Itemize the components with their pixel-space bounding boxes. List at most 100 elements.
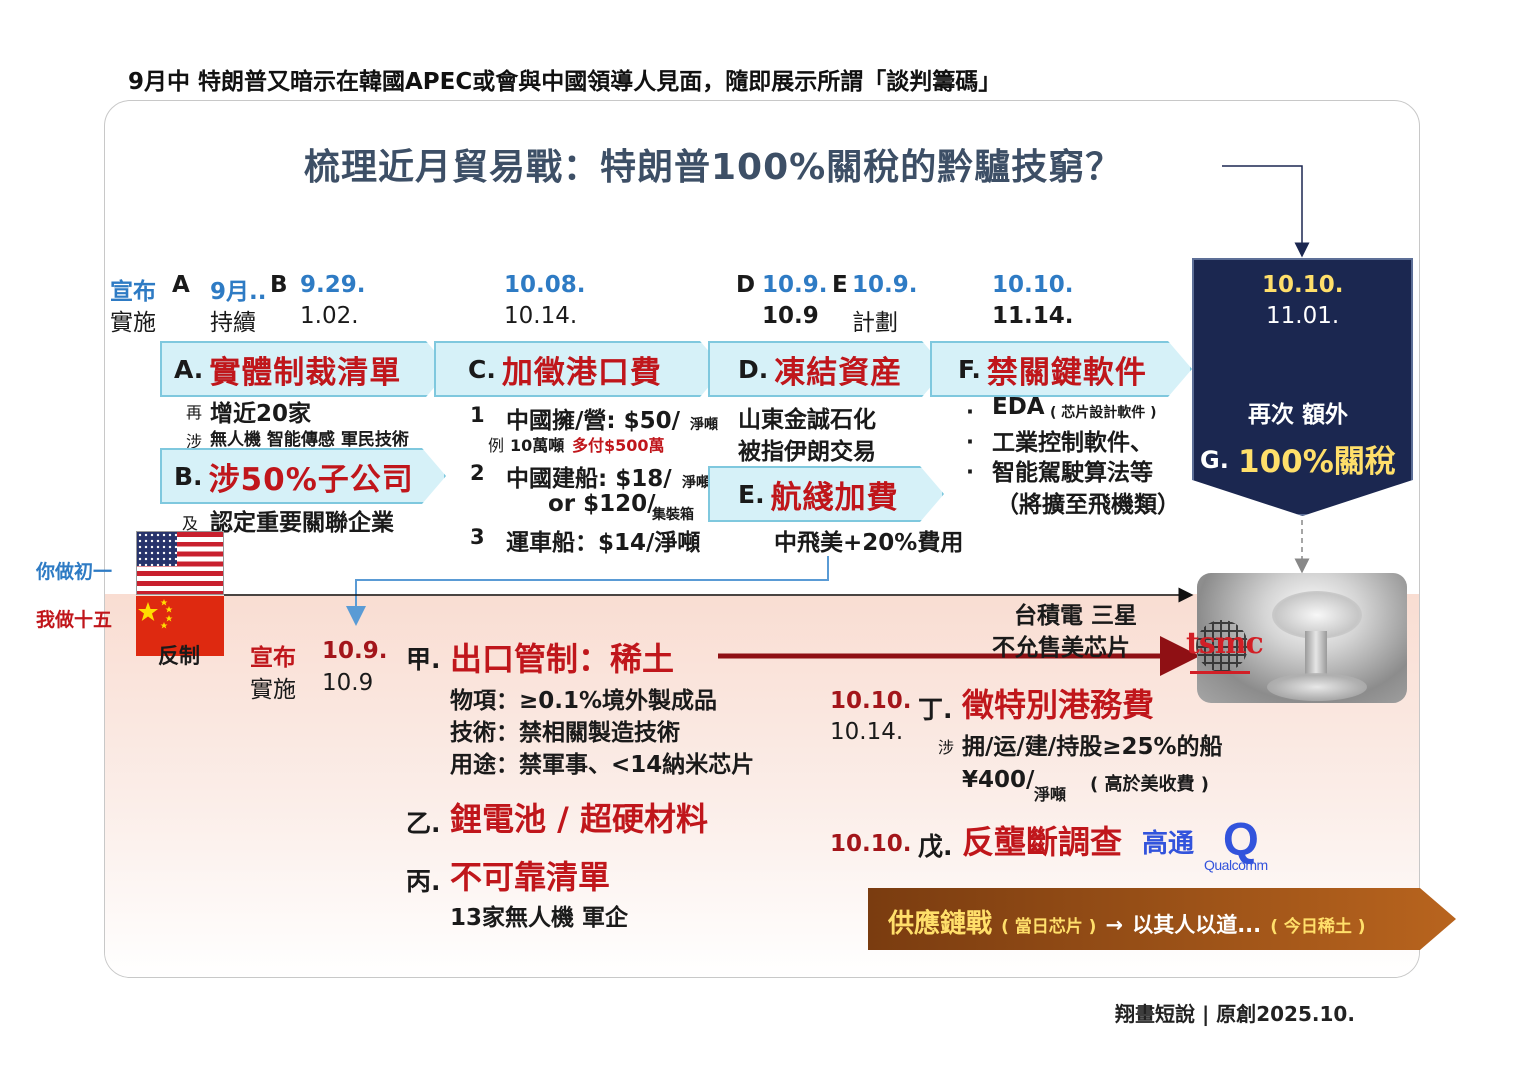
measure-f-bullet3: ·: [966, 460, 974, 484]
counter-jia-line1: 物項：≥0.1%境外製成品: [450, 688, 718, 714]
e-to-counter-arrow: [346, 556, 829, 626]
timeline-b-announce: 9.29.: [300, 272, 366, 298]
measure-a-chevron: A. 實體制裁清單: [160, 341, 450, 397]
measure-f-letter: F.: [958, 354, 981, 384]
counter-wu-date: 10.10.: [830, 831, 912, 857]
measure-b-line1: 認定重要關聯企業: [210, 510, 394, 536]
counter-ding-date-implement: 10.14.: [830, 719, 904, 745]
timeline-f-implement: 11.14.: [992, 303, 1074, 329]
measure-c-item2-unit: 淨噸: [682, 475, 710, 491]
measure-e-line1: 中飛美+20%費用: [774, 530, 964, 556]
measure-c-example-red: 多付$500萬: [572, 436, 665, 455]
counter-ding-line2-note: ( 高於美收費 ): [1090, 774, 1209, 795]
counter-date-implement: 10.9: [322, 670, 374, 696]
measure-f-chevron: F. 禁關鍵軟件: [930, 341, 1192, 397]
timeline-e-letter: E: [832, 272, 848, 298]
timeline-c-announce: 10.08.: [504, 272, 586, 298]
qualcomm-logo-word: Qualcomm: [1204, 857, 1268, 873]
counter-bing-title: 不可靠清單: [450, 858, 611, 896]
tsmc-logo: tsmc: [1186, 626, 1264, 661]
counter-date-announce: 10.9.: [322, 638, 388, 664]
measure-f-item1: EDA: [992, 394, 1045, 420]
announce-label: 宣布: [110, 279, 156, 305]
supply-arrow: →: [1105, 913, 1124, 937]
measure-d-line1: 山東金誠石化: [738, 407, 876, 433]
counter-ding-line1: 拥/运/建/持股≥25%的船: [962, 734, 1223, 760]
timeline-e-announce: 10.9.: [852, 272, 918, 298]
measure-d-chevron: D. 凍結資産: [708, 341, 946, 397]
counter-jia-line2: 技術：禁相關製造技術: [450, 720, 680, 746]
measure-g-letter: G.: [1200, 446, 1229, 474]
timeline-b-implement: 1.02.: [300, 303, 359, 329]
measure-c-item2-num: 2: [470, 461, 485, 485]
measure-g-line1: 再次 額外: [1248, 402, 1349, 428]
measure-f-item2: 工業控制軟件、: [992, 430, 1153, 456]
measure-f-bullet1: ·: [966, 400, 974, 424]
measure-f-item3: 智能駕駛算法等: [992, 460, 1153, 486]
tsmc-logo-underline: [1190, 671, 1250, 674]
tsmc-note-line1: 台積電 三星: [1014, 603, 1138, 629]
measure-c-example-prefix: 例: [488, 436, 505, 455]
counter-wu-title: 反壟斷調查: [962, 823, 1123, 861]
counter-yi-num: 乙.: [406, 809, 441, 838]
counter-ding-title: 徵特別港務費: [962, 686, 1155, 724]
counter-ding-line2: ¥400/: [962, 767, 1035, 793]
measure-b-title: 涉50%子公司: [208, 461, 414, 498]
measure-a-line2: 無人機 智能傳感 軍民技術: [210, 430, 409, 450]
timeline-g-announce: 10.10.: [1262, 272, 1344, 298]
supply-chain-banner-text: 供應鏈戰 ( 當日芯片 ) → 以其人以道... ( 今日稀土 ): [888, 903, 1366, 940]
measure-f-item1-note: ( 芯片設計軟件 ): [1050, 405, 1157, 421]
us-flag-icon: [136, 531, 224, 595]
timeline-d-implement: 10.9: [762, 303, 819, 329]
counter-ding-date-announce: 10.10.: [830, 688, 912, 714]
counter-ding-num: 丁.: [918, 695, 953, 724]
measure-b-letter: B.: [174, 461, 203, 491]
supply-part1: 供應鏈戰: [888, 909, 993, 939]
timeline-d-announce: 10.9.: [762, 272, 828, 298]
supply-note1: ( 當日芯片 ): [1001, 917, 1097, 937]
measure-c-item2b: or $120/: [548, 491, 656, 517]
measure-c-example-black: 10萬噸: [510, 436, 565, 455]
measure-c-item1-unit: 淨噸: [690, 417, 718, 433]
measure-e-chevron: E. 航綫加費: [708, 466, 944, 522]
measure-e-title: 航綫加費: [770, 479, 899, 516]
counter-yi-title: 鋰電池 / 超硬材料: [450, 800, 708, 838]
counter-label: 反制: [158, 644, 200, 668]
counter-implement-label: 實施: [250, 677, 296, 703]
supply-part2: 以其人以道...: [1132, 913, 1262, 937]
implement-label: 實施: [110, 310, 156, 336]
measure-d-line2: 被指伊朗交易: [738, 439, 876, 465]
measure-a-prefix1: 再: [186, 403, 203, 422]
timeline-a-letter: A: [172, 272, 190, 298]
timeline-e-implement: 計劃: [852, 310, 898, 336]
timeline-g-implement: 11.01.: [1266, 303, 1340, 329]
timeline-c-implement: 10.14.: [504, 303, 578, 329]
measure-c-item3: 運車船：$14/淨噸: [506, 530, 701, 556]
measure-f-title: 禁關鍵軟件: [986, 354, 1147, 391]
counter-ding-prefix: 涉: [938, 738, 955, 757]
measure-c-item1: 中國擁/營: $50/: [506, 408, 681, 434]
measure-c-letter: C.: [468, 354, 496, 384]
counter-bing-line1: 13家無人機 軍企: [450, 905, 629, 931]
measure-g-title: 100%關稅: [1238, 444, 1396, 480]
measure-f-bullet2: ·: [966, 430, 974, 454]
footer-credit: 翔畫短說 | 原創2025.10.: [1115, 1002, 1355, 1026]
measure-d-title: 凍結資産: [774, 354, 903, 391]
counter-wu-num: 戊.: [918, 832, 953, 861]
measure-c-title: 加徵港口費: [501, 354, 662, 391]
counter-announce-label: 宣布: [250, 645, 296, 671]
measure-c-chevron: C. 加徵港口費: [434, 341, 724, 397]
us-side-label: 你做初一: [36, 561, 113, 583]
measure-e-letter: E.: [738, 479, 765, 509]
measure-c-item2: 中國建船: $18/: [506, 466, 672, 492]
supply-note2: ( 今日稀土 ): [1270, 917, 1366, 937]
measure-c-item2b-unit: 集裝箱: [652, 507, 694, 523]
counter-jia-line3: 用途：禁軍事、<14納米芯片: [450, 752, 755, 778]
timeline-a-announce: 9月..: [210, 279, 267, 305]
counter-wu-company: 高通: [1142, 829, 1195, 859]
measure-d-letter: D.: [738, 354, 769, 384]
counter-jia-title: 出口管制：稀土: [450, 640, 675, 678]
measure-b-chevron: B. 涉50%子公司: [160, 448, 446, 504]
measure-f-item4: （將擴至飛機類）: [996, 492, 1180, 518]
timeline-a-implement: 持續: [210, 310, 256, 336]
